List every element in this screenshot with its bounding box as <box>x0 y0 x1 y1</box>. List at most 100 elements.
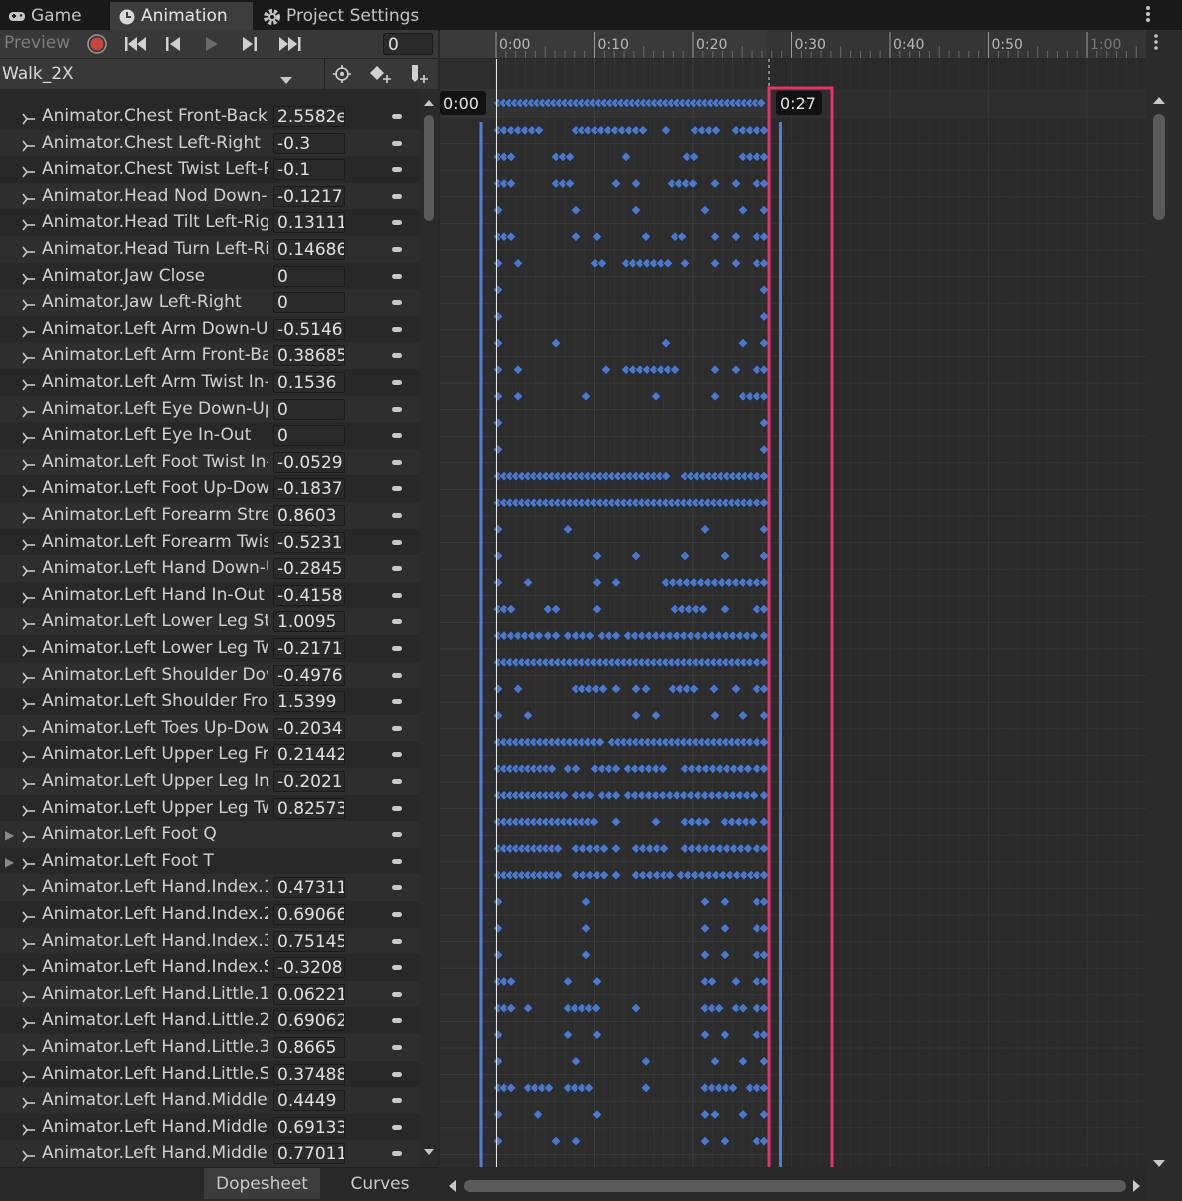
property-options-icon[interactable] <box>392 459 402 465</box>
property-row[interactable]: Animator.Left Hand.Middle.1 0.4449 <box>0 1087 420 1114</box>
property-row[interactable]: Animator.Left Upper Leg Front0.21442 <box>0 741 420 768</box>
property-value-field[interactable]: 0.14686 <box>273 239 345 260</box>
property-value-field[interactable]: 0.69062 <box>273 1010 345 1032</box>
clip-end-line[interactable] <box>779 122 782 1167</box>
property-value-field[interactable]: 0.4449 <box>273 1090 345 1112</box>
previous-key-icon[interactable] <box>164 35 184 57</box>
property-options-icon[interactable] <box>392 885 402 891</box>
property-value-field[interactable]: -0.2034 <box>273 717 345 739</box>
property-row[interactable]: Animator.Left Hand.Index.1 0.47311 <box>0 874 420 901</box>
play-icon[interactable] <box>203 35 221 57</box>
property-value-field[interactable]: -0.4976 <box>273 664 345 686</box>
property-row[interactable]: Animator.Left Forearm Stretch0.8603 <box>0 502 420 529</box>
property-value-field[interactable]: -0.1217 <box>273 185 345 207</box>
property-value-field[interactable]: -0.2171 <box>273 638 345 659</box>
next-key-icon[interactable] <box>240 35 260 57</box>
property-value-field[interactable]: 1.5399 <box>273 691 345 713</box>
property-options-icon[interactable] <box>392 380 402 385</box>
timeline-vertical-scrollbar[interactable] <box>1146 30 1182 1200</box>
expand-arrow-icon[interactable]: ▶ <box>5 855 14 869</box>
property-value-field[interactable]: 0.82573 <box>273 797 345 819</box>
property-value-field[interactable]: 0.1536 <box>273 372 345 393</box>
property-options-icon[interactable] <box>392 965 402 971</box>
property-options-icon[interactable] <box>392 486 402 492</box>
clip-start-line[interactable] <box>479 122 483 1167</box>
property-options-icon[interactable] <box>392 433 402 439</box>
property-options-icon[interactable] <box>392 1151 402 1157</box>
property-options-icon[interactable] <box>392 114 402 119</box>
property-options-icon[interactable] <box>392 566 402 572</box>
property-options-icon[interactable] <box>392 300 402 306</box>
property-options-icon[interactable] <box>392 938 402 944</box>
tab-curves[interactable]: Curves <box>322 1168 438 1199</box>
property-row[interactable]: Animator.Left Hand.Little.1 S 0.06221 <box>0 980 420 1008</box>
property-row[interactable]: Animator.Left Hand.Little.2 S 0.69062 <box>0 1007 420 1034</box>
property-options-icon[interactable] <box>392 752 402 758</box>
property-row[interactable]: Animator.Left Arm Twist In-Out0.1536 <box>0 369 420 396</box>
property-row[interactable]: ▶ Animator.Left Foot T <box>0 848 420 875</box>
property-value-field[interactable]: -0.4158 <box>273 584 345 606</box>
first-key-icon[interactable] <box>123 35 149 57</box>
property-row[interactable]: Animator.Left Shoulder Down-Up-0.4976 <box>0 661 420 689</box>
expand-arrow-icon[interactable]: ▶ <box>5 828 14 842</box>
property-value-field[interactable]: 0.21442 <box>273 744 345 766</box>
property-options-icon[interactable] <box>392 592 402 598</box>
property-options-icon[interactable] <box>392 406 402 412</box>
property-row[interactable]: Animator.Left Hand.Little.Spread0.37488 <box>0 1061 420 1088</box>
property-options-icon[interactable] <box>392 220 402 226</box>
property-value-field[interactable]: -0.3 <box>273 132 345 154</box>
property-row[interactable]: Animator.Left Upper Leg In-Out-0.2021 <box>0 768 420 795</box>
property-row[interactable]: Animator.Left Forearm Twist -0.5231 <box>0 529 420 556</box>
property-options-icon[interactable] <box>392 805 402 811</box>
crosshair-icon[interactable] <box>332 64 352 88</box>
property-options-icon[interactable] <box>392 991 402 997</box>
property-options-icon[interactable] <box>392 193 402 199</box>
property-row[interactable]: Animator.Left Arm Front-Back 0.38685 <box>0 342 420 369</box>
property-options-icon[interactable] <box>392 672 402 678</box>
property-row[interactable]: Animator.Head Turn Left-Right0.14686 <box>0 236 420 263</box>
property-row[interactable]: Animator.Left Hand.Index.2 0.69066 <box>0 901 420 928</box>
property-value-field[interactable]: 0.47311 <box>273 877 345 899</box>
property-value-field[interactable]: 0.06221 <box>273 983 345 1005</box>
property-value-field[interactable]: -0.2845 <box>273 558 345 580</box>
timeline-horizontal-scrollbar[interactable] <box>440 1172 1146 1200</box>
property-row[interactable]: Animator.Chest Left-Right -0.3 <box>0 129 420 157</box>
property-row[interactable]: Animator.Left Eye Down-Up 0 <box>0 395 420 423</box>
property-options-icon[interactable] <box>392 1098 402 1104</box>
property-row[interactable]: Animator.Left Lower Leg Stretch1.0095 <box>0 608 420 635</box>
property-row[interactable]: Animator.Left Hand.Index.3 0.75145 <box>0 927 420 955</box>
property-row[interactable]: Animator.Jaw Left-Right 0 <box>0 289 420 316</box>
property-row[interactable]: Animator.Left Hand.Index.Spread-0.3208 <box>0 954 420 981</box>
property-options-icon[interactable] <box>392 1045 402 1050</box>
property-row[interactable]: Animator.Left Upper Leg Twist0.82573 <box>0 795 420 822</box>
property-options-icon[interactable] <box>392 1071 402 1077</box>
property-value-field[interactable]: 0.8665 <box>273 1037 345 1058</box>
property-value-field[interactable]: -0.0529 <box>273 451 345 473</box>
tab-animation[interactable]: Animation <box>110 2 253 30</box>
property-row[interactable]: Animator.Left Foot Twist In-Out-0.0529 <box>0 448 420 476</box>
property-row[interactable]: Animator.Jaw Close 0 <box>0 263 420 290</box>
property-value-field[interactable]: 0.38685 <box>273 345 345 367</box>
property-row[interactable]: Animator.Left Hand.Little.3 0.8665 <box>0 1034 420 1061</box>
property-options-icon[interactable] <box>392 513 402 518</box>
tab-project-settings[interactable]: Project Settings <box>255 2 435 30</box>
time-ruler[interactable]: 0:00 0:10 0:20 0:30 0:40 0:50 1:00 <box>440 30 1146 58</box>
property-row[interactable]: Animator.Left Toes Up-Down -0.2034 <box>0 714 420 742</box>
property-row[interactable]: Animator.Left Eye In-Out 0 <box>0 422 420 449</box>
property-value-field[interactable]: -0.5146 <box>273 318 345 340</box>
property-value-field[interactable]: 0.69066 <box>273 904 345 925</box>
last-key-icon[interactable] <box>277 35 303 57</box>
property-row[interactable]: Animator.Head Nod Down-Up -0.1217 <box>0 182 420 210</box>
property-value-field[interactable]: 0.13111 <box>273 212 345 234</box>
property-row[interactable]: Animator.Left Arm Down-Up -0.5146 <box>0 316 420 343</box>
property-options-icon[interactable] <box>392 832 402 838</box>
record-icon[interactable] <box>86 33 108 59</box>
property-options-icon[interactable] <box>392 273 402 279</box>
property-options-icon[interactable] <box>392 247 402 252</box>
property-value-field[interactable]: -0.1837 <box>273 478 345 500</box>
property-value-field[interactable]: 0.8603 <box>273 505 345 526</box>
property-list-scrollbar[interactable] <box>420 89 438 1167</box>
property-options-icon[interactable] <box>392 1124 402 1130</box>
property-row[interactable]: Animator.Left Hand Down-Up -0.2845 <box>0 555 420 582</box>
property-value-field[interactable]: 0.37488 <box>273 1063 345 1085</box>
